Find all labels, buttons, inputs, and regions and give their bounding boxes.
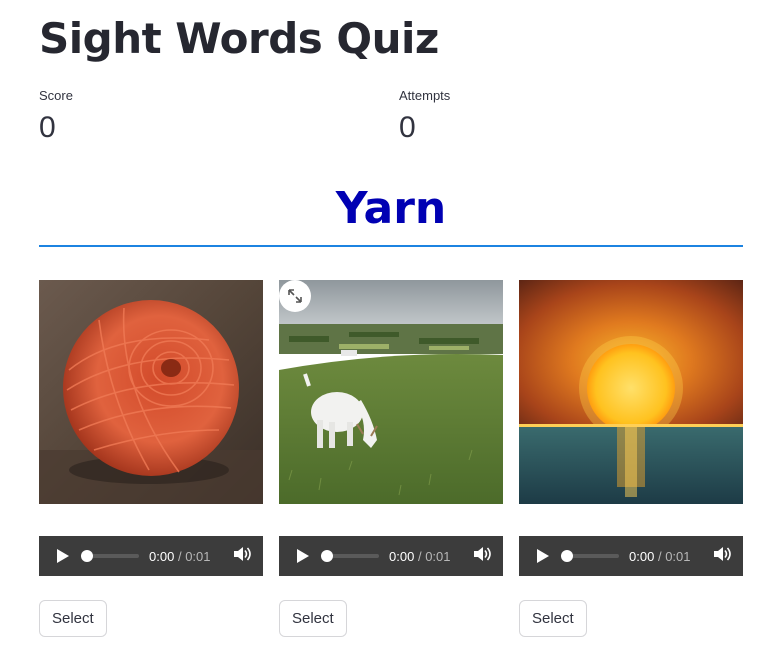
- audio-player-2[interactable]: 0:00 / 0:01: [279, 536, 503, 576]
- select-button-2[interactable]: Select: [279, 600, 347, 637]
- select-button-1[interactable]: Select: [39, 600, 107, 637]
- seek-bar[interactable]: [81, 550, 139, 562]
- seek-knob[interactable]: [321, 550, 333, 562]
- option-card-2: 0:00 / 0:01 Select: [279, 280, 503, 637]
- seek-knob[interactable]: [81, 550, 93, 562]
- goat-grazing-image: [279, 280, 503, 504]
- seek-bar[interactable]: [321, 550, 379, 562]
- audio-time: 0:00 / 0:01: [629, 549, 691, 564]
- option-card-3: 0:00 / 0:01 Select: [519, 280, 743, 637]
- audio-time: 0:00 / 0:01: [389, 549, 451, 564]
- duration: 0:01: [185, 548, 211, 564]
- score-label: Score: [39, 88, 73, 103]
- divider: [39, 245, 743, 247]
- fullscreen-expand-icon[interactable]: [279, 280, 311, 312]
- seek-bar[interactable]: [561, 550, 619, 562]
- volume-icon[interactable]: [233, 546, 251, 567]
- time-separator: /: [177, 548, 182, 564]
- ball-of-yarn-image: [39, 280, 263, 504]
- duration: 0:01: [665, 548, 691, 564]
- score-metric: Score 0: [39, 88, 73, 145]
- select-button-3[interactable]: Select: [519, 600, 587, 637]
- page-title: Sight Words Quiz: [39, 14, 439, 63]
- play-icon[interactable]: [57, 549, 69, 563]
- volume-icon[interactable]: [713, 546, 731, 567]
- time-separator: /: [657, 548, 662, 564]
- audio-player-3[interactable]: 0:00 / 0:01: [519, 536, 743, 576]
- attempts-metric: Attempts 0: [399, 88, 450, 145]
- attempts-label: Attempts: [399, 88, 451, 103]
- volume-icon[interactable]: [473, 546, 491, 567]
- sunset-over-sea-image: [519, 280, 743, 504]
- play-icon[interactable]: [297, 549, 309, 563]
- current-time: 0:00: [629, 548, 655, 564]
- attempts-value: 0: [399, 111, 416, 144]
- target-word: Yarn: [335, 183, 447, 234]
- seek-knob[interactable]: [561, 550, 573, 562]
- play-icon[interactable]: [537, 549, 549, 563]
- option-card-1: 0:00 / 0:01 Select: [39, 280, 263, 637]
- time-separator: /: [417, 548, 422, 564]
- current-time: 0:00: [389, 548, 415, 564]
- audio-time: 0:00 / 0:01: [149, 549, 211, 564]
- audio-player-1[interactable]: 0:00 / 0:01: [39, 536, 263, 576]
- duration: 0:01: [425, 548, 451, 564]
- score-value: 0: [39, 111, 56, 144]
- current-time: 0:00: [149, 548, 175, 564]
